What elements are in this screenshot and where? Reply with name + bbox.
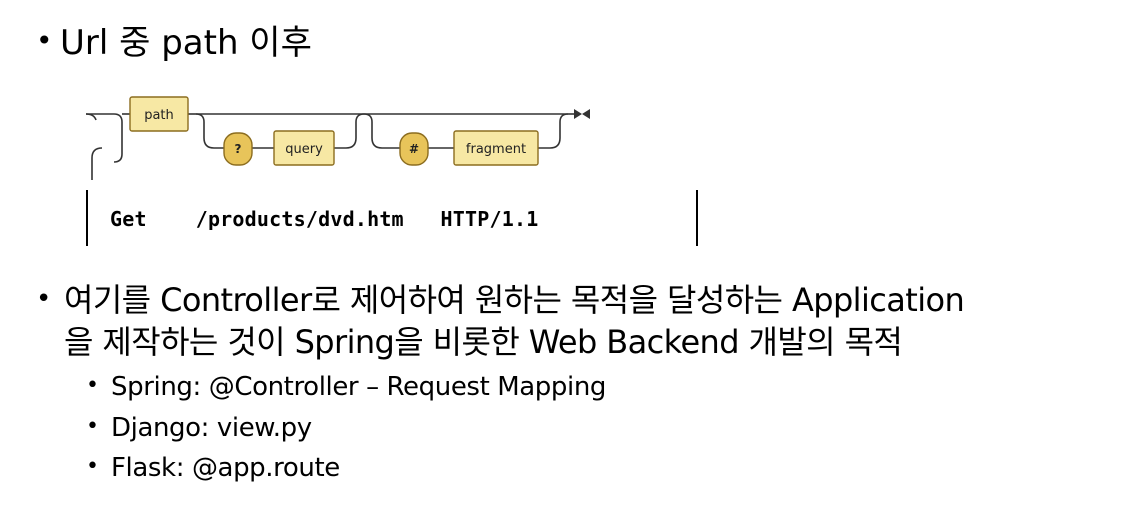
http-method: Get [110, 207, 147, 231]
fragment-node-label: fragment [466, 142, 526, 157]
bullet-dot: • [86, 373, 99, 398]
bullet-controller-purpose: • 여기를 Controller로 제어하여 원하는 목적을 달성하는 Appli… [36, 281, 965, 319]
http-request-line-box: Get /products/dvd.htm HTTP/1.1 [86, 190, 698, 246]
http-path: /products/dvd.htm [195, 207, 404, 231]
sub-bullet-text: Spring: @Controller – Request Mapping [111, 372, 607, 402]
bullet-dot: • [36, 284, 51, 314]
bullet-dot: • [86, 454, 99, 479]
bullet-text-line2: 을 제작하는 것이 Spring을 비롯한 Web Backend 개발의 목적 [64, 323, 903, 361]
bullet-text-line1: 여기를 Controller로 제어하여 원하는 목적을 달성하는 Applic… [64, 281, 965, 319]
bullet-dot: • [36, 24, 53, 57]
url-railroad-diagram: path ? query # fragment [85, 96, 590, 180]
bullet-url-path: • Url 중 path 이후 [36, 26, 312, 60]
sub-bullet-django: • Django: view.py [86, 415, 312, 441]
path-node-label: path [144, 108, 174, 123]
http-version: HTTP/1.1 [440, 207, 539, 231]
sub-bullet-flask: • Flask: @app.route [86, 455, 340, 481]
http-request-line: Get /products/dvd.htm HTTP/1.1 [110, 207, 538, 231]
bullet-dot: • [86, 414, 99, 439]
sub-bullet-spring: • Spring: @Controller – Request Mapping [86, 374, 606, 400]
query-node-label: query [285, 142, 323, 157]
sub-bullet-text: Flask: @app.route [111, 453, 340, 483]
question-node-label: ? [235, 142, 242, 156]
hash-node-label: # [409, 142, 419, 156]
bullet-text: Url 중 path 이후 [60, 23, 312, 63]
sub-bullet-text: Django: view.py [111, 413, 312, 443]
